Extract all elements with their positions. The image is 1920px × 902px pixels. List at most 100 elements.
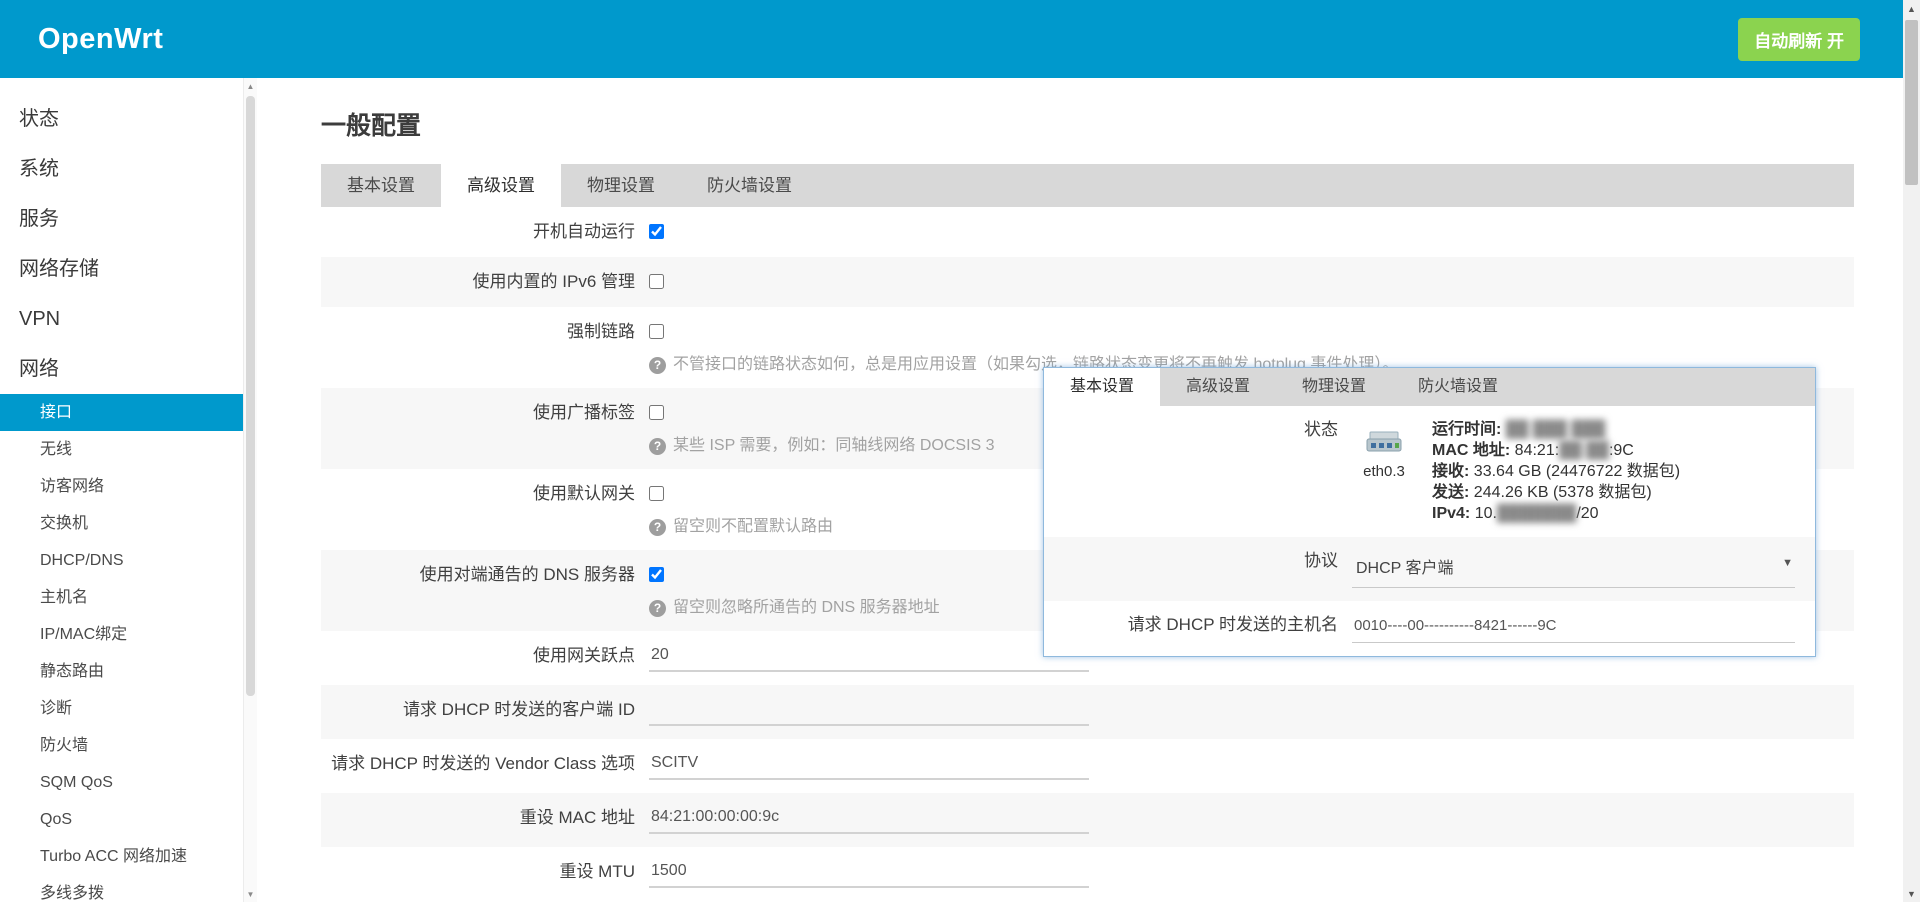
page-scroll-up-icon[interactable]: ▲ xyxy=(1903,0,1920,17)
sidebar-item-interfaces[interactable]: 接口 xyxy=(0,394,243,431)
tab-firewall-settings[interactable]: 防火墙设置 xyxy=(681,164,818,207)
field-label: 使用对端通告的 DNS 服务器 xyxy=(321,550,635,631)
status-tx-line: 发送: 244.26 KB (5378 数据包) xyxy=(1432,482,1680,503)
field-label: 重设 MAC 地址 xyxy=(321,793,635,847)
form-row-client-id: 请求 DHCP 时发送的客户端 ID xyxy=(321,685,1854,739)
help-icon: ? xyxy=(649,438,666,455)
sidebar-item-switch[interactable]: 交换机 xyxy=(0,505,243,542)
protocol-selected-value: DHCP 客户端 xyxy=(1356,560,1454,577)
help-icon: ? xyxy=(649,519,666,536)
sidebar-item-firewall[interactable]: 防火墙 xyxy=(0,727,243,764)
field-label: 使用广播标签 xyxy=(321,388,635,469)
page-title: 一般配置 xyxy=(321,106,1854,142)
sidebar-item-static-routes[interactable]: 静态路由 xyxy=(0,653,243,690)
field-description-text: 留空则不配置默认路由 xyxy=(673,517,833,537)
sidebar-scroll-up-icon[interactable]: ▲ xyxy=(244,78,257,94)
interface-config-tabs: 基本设置 高级设置 物理设置 防火墙设置 xyxy=(321,164,1854,207)
form-row-ipv6-management: 使用内置的 IPv6 管理 xyxy=(321,257,1854,307)
ethernet-switch-icon xyxy=(1365,429,1403,455)
sidebar-item-services[interactable]: 服务 xyxy=(0,194,243,244)
peer-dns-checkbox[interactable] xyxy=(649,567,664,582)
override-mtu-input[interactable] xyxy=(649,860,1089,888)
hostname-label: 请求 DHCP 时发送的主机名 xyxy=(1044,601,1338,656)
sidebar-item-qos[interactable]: QoS xyxy=(0,801,243,838)
sidebar-item-diagnostics[interactable]: 诊断 xyxy=(0,690,243,727)
page-scrollbar[interactable]: ▲ ▼ xyxy=(1903,0,1920,902)
sidebar-scrollbar-thumb[interactable] xyxy=(246,96,255,696)
field-label: 重设 MTU xyxy=(321,847,635,901)
default-gateway-checkbox[interactable] xyxy=(649,486,664,501)
protocol-select[interactable]: DHCP 客户端 ▼ xyxy=(1352,550,1795,588)
sidebar-item-dhcp-dns[interactable]: DHCP/DNS xyxy=(0,542,243,579)
overlay-tab-firewall-settings[interactable]: 防火墙设置 xyxy=(1392,368,1524,406)
sidebar-item-turbo-acc[interactable]: Turbo ACC 网络加速 xyxy=(0,838,243,875)
interface-status-text: 运行时间: ██ ███ ███ MAC 地址: 84:21:██:██:9C … xyxy=(1432,419,1680,524)
field-label: 强制链路 xyxy=(321,307,635,388)
sidebar-item-nas[interactable]: 网络存储 xyxy=(0,244,243,294)
dhcp-hostname-input[interactable] xyxy=(1352,614,1795,643)
field-label: 开机自动运行 xyxy=(321,207,635,257)
app-logo: OpenWrt xyxy=(38,23,163,56)
ipv6-management-checkbox[interactable] xyxy=(649,274,664,289)
form-row-override-mac: 重设 MAC 地址 xyxy=(321,793,1854,847)
help-icon: ? xyxy=(649,357,666,374)
sidebar-item-system[interactable]: 系统 xyxy=(0,144,243,194)
tab-advanced-settings[interactable]: 高级设置 xyxy=(441,164,561,207)
header: OpenWrt 自动刷新 开 xyxy=(0,0,1920,78)
broadcast-flag-checkbox[interactable] xyxy=(649,405,664,420)
overlay-row-protocol: 协议 DHCP 客户端 ▼ xyxy=(1044,537,1815,601)
field-description-text: 留空则忽略所通告的 DNS 服务器地址 xyxy=(673,598,940,618)
sidebar-item-status[interactable]: 状态 xyxy=(0,94,243,144)
field-label: 使用默认网关 xyxy=(321,469,635,550)
sidebar-item-sqm-qos[interactable]: SQM QoS xyxy=(0,764,243,801)
network-submenu: 接口 无线 访客网络 交换机 DHCP/DNS 主机名 IP/MAC绑定 静态路… xyxy=(0,394,243,902)
dhcp-client-id-input[interactable] xyxy=(649,698,1089,726)
status-rx-line: 接收: 33.64 GB (24476722 数据包) xyxy=(1432,461,1680,482)
status-mac-line: MAC 地址: 84:21:██:██:9C xyxy=(1432,440,1680,461)
sidebar-item-guest-network[interactable]: 访客网络 xyxy=(0,468,243,505)
overlay-row-status: 状态 eth0.3 运行时间: xyxy=(1044,406,1815,537)
page-scrollbar-thumb[interactable] xyxy=(1905,20,1918,185)
sidebar-item-multiwan[interactable]: 多线多拨 xyxy=(0,875,243,902)
tab-basic-settings[interactable]: 基本设置 xyxy=(321,164,441,207)
overlay-tab-physical-settings[interactable]: 物理设置 xyxy=(1276,368,1392,406)
overlay-row-hostname: 请求 DHCP 时发送的主机名 xyxy=(1044,601,1815,656)
status-uptime-line: 运行时间: ██ ███ ███ xyxy=(1432,419,1680,440)
page-scroll-down-icon[interactable]: ▼ xyxy=(1903,885,1920,902)
tab-physical-settings[interactable]: 物理设置 xyxy=(561,164,681,207)
override-mac-input[interactable] xyxy=(649,806,1089,834)
protocol-label: 协议 xyxy=(1044,537,1338,601)
sidebar-item-ip-mac-binding[interactable]: IP/MAC绑定 xyxy=(0,616,243,653)
overlay-tab-advanced-settings[interactable]: 高级设置 xyxy=(1160,368,1276,406)
status-label: 状态 xyxy=(1044,406,1338,537)
form-row-autostart: 开机自动运行 xyxy=(321,207,1854,257)
field-label: 使用内置的 IPv6 管理 xyxy=(321,257,635,307)
vendor-class-input[interactable] xyxy=(649,752,1089,780)
force-link-checkbox[interactable] xyxy=(649,324,664,339)
sidebar-item-vpn[interactable]: VPN xyxy=(0,294,243,344)
sidebar-scrollbar[interactable]: ▲ ▼ xyxy=(243,78,257,902)
form-row-vendor-class: 请求 DHCP 时发送的 Vendor Class 选项 xyxy=(321,739,1854,793)
autostart-checkbox[interactable] xyxy=(649,224,664,239)
status-ipv4-line: IPv4: 10.███████/20 xyxy=(1432,503,1680,524)
field-label: 请求 DHCP 时发送的客户端 ID xyxy=(321,685,635,739)
redacted-ipv4: ███████ xyxy=(1497,505,1576,522)
redacted-mac: ██:██ xyxy=(1559,442,1609,459)
overlay-tab-basic-settings[interactable]: 基本设置 xyxy=(1044,368,1160,406)
redacted-uptime: ██ ███ ███ xyxy=(1506,421,1606,438)
auto-refresh-toggle-button[interactable]: 自动刷新 开 xyxy=(1738,18,1860,61)
interface-name: eth0.3 xyxy=(1352,463,1416,480)
overlay-config-tabs: 基本设置 高级设置 物理设置 防火墙设置 xyxy=(1044,368,1815,406)
field-label: 请求 DHCP 时发送的 Vendor Class 选项 xyxy=(321,739,635,793)
basic-settings-overlay-panel: 基本设置 高级设置 物理设置 防火墙设置 状态 eth0.3 xyxy=(1043,367,1816,657)
sidebar-scroll-down-icon[interactable]: ▼ xyxy=(244,886,257,902)
sidebar-item-network[interactable]: 网络 xyxy=(0,344,243,394)
interface-icon-column: eth0.3 xyxy=(1352,419,1416,480)
sidebar-item-hostnames[interactable]: 主机名 xyxy=(0,579,243,616)
chevron-down-icon: ▼ xyxy=(1782,557,1793,569)
form-row-override-mtu: 重设 MTU xyxy=(321,847,1854,901)
sidebar-item-wireless[interactable]: 无线 xyxy=(0,431,243,468)
gateway-metric-input[interactable] xyxy=(649,644,1089,672)
field-description-text: 某些 ISP 需要，例如：同轴线网络 DOCSIS 3 xyxy=(673,436,995,456)
sidebar: 状态 系统 服务 网络存储 VPN 网络 接口 无线 访客网络 交换机 DHCP… xyxy=(0,78,257,902)
